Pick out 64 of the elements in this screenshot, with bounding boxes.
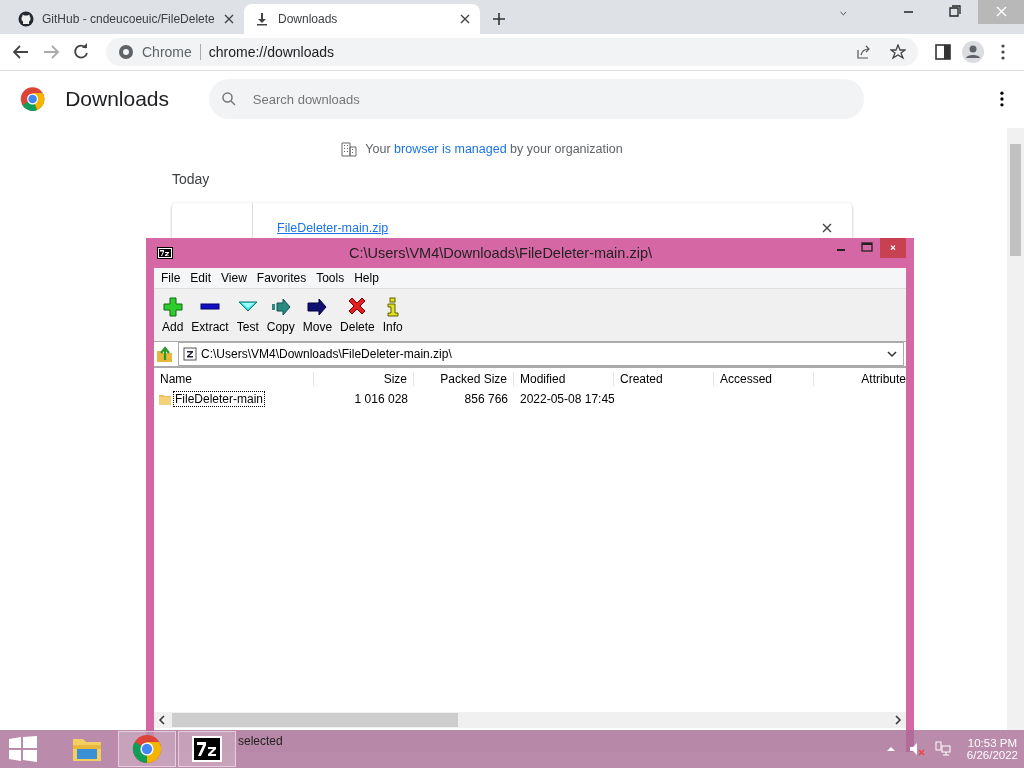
toolbar-button[interactable]: Move [298,296,337,334]
star-icon[interactable] [890,44,906,60]
column-header[interactable]: Accessed [714,372,814,386]
profile-icon[interactable] [960,39,986,65]
close-icon[interactable] [224,14,234,24]
download-icon [254,11,270,27]
menu-icon[interactable] [1000,91,1004,107]
address-bar[interactable]: Chrome chrome://downloads [106,38,918,66]
chrome-logo-icon [118,44,134,60]
close-icon[interactable] [460,14,470,24]
speaker-muted-icon[interactable] [908,741,925,757]
column-header[interactable]: Created [614,372,714,386]
archive-icon [183,347,197,361]
menu-item[interactable]: File [156,271,186,285]
column-header[interactable]: Packed Size [414,372,514,386]
column-header[interactable]: Size [314,372,414,386]
browser-tab[interactable]: GitHub - cndeucoeuic/FileDelete [8,4,244,34]
chrome-logo-icon [20,86,46,112]
column-header[interactable]: Modified [514,372,614,386]
toolbar-button[interactable]: Delete [336,296,379,334]
toolbar-button[interactable]: Test [232,296,263,334]
menu-item[interactable]: Favorites [251,271,312,285]
search-field[interactable]: Search downloads [208,79,865,119]
github-icon [18,11,34,27]
app-logo-icon [157,247,173,259]
folder-up-icon[interactable] [156,345,174,363]
scrollbar[interactable] [1007,128,1024,730]
cross-icon [347,296,368,317]
browser-tab[interactable]: Downloads [244,4,480,34]
page-title: Downloads [65,87,171,111]
toolbar-button[interactable]: Add [158,296,188,334]
search-icon [220,91,237,107]
column-header[interactable]: Name [154,372,314,386]
table-cell-text: 2022-05-08 17:45 [519,392,614,406]
windows-logo-icon[interactable] [8,736,38,762]
section-heading: Today [172,171,211,187]
file-name-cell[interactable]: FileDeleter-main [174,392,265,406]
plus-icon [162,296,183,317]
table-cell-text: 1 016 028 [353,392,409,406]
plus-icon[interactable] [492,12,506,26]
close-icon[interactable] [822,223,832,233]
building-icon [341,141,358,157]
status-text: selected [238,734,283,748]
arrow-icon [307,296,328,317]
folder-icon [158,392,172,406]
path-field[interactable]: C:\Users\VM4\Downloads\FileDeleter-main.zip\ [178,342,904,366]
managed-link[interactable]: browser is managed [394,142,507,156]
horizontal-scrollbar[interactable] [154,712,906,728]
arrow-icon [270,296,291,317]
managed-notice: Your browser is managed by your organization [365,142,623,156]
menu-item[interactable]: View [216,271,252,285]
archive-app-icon[interactable] [191,734,223,764]
share-icon[interactable] [856,44,872,60]
toolbar-button[interactable]: Info [378,296,407,334]
file-link[interactable]: FileDeleter-main.zip [277,221,389,235]
menu-item[interactable]: Help [349,271,384,285]
toolbar-button[interactable]: Extract [187,296,233,334]
window-title: C:\Users\VM4\Downloads\FileDeleter-main.zip\ [348,245,653,261]
toolbar-button[interactable]: Copy [262,296,299,334]
menu-item[interactable]: Edit [185,271,217,285]
chrome-icon[interactable] [131,734,163,764]
menu-item[interactable]: Tools [311,271,350,285]
column-header[interactable]: Attribute [814,372,906,386]
table-cell-text: 856 766 [463,392,509,406]
